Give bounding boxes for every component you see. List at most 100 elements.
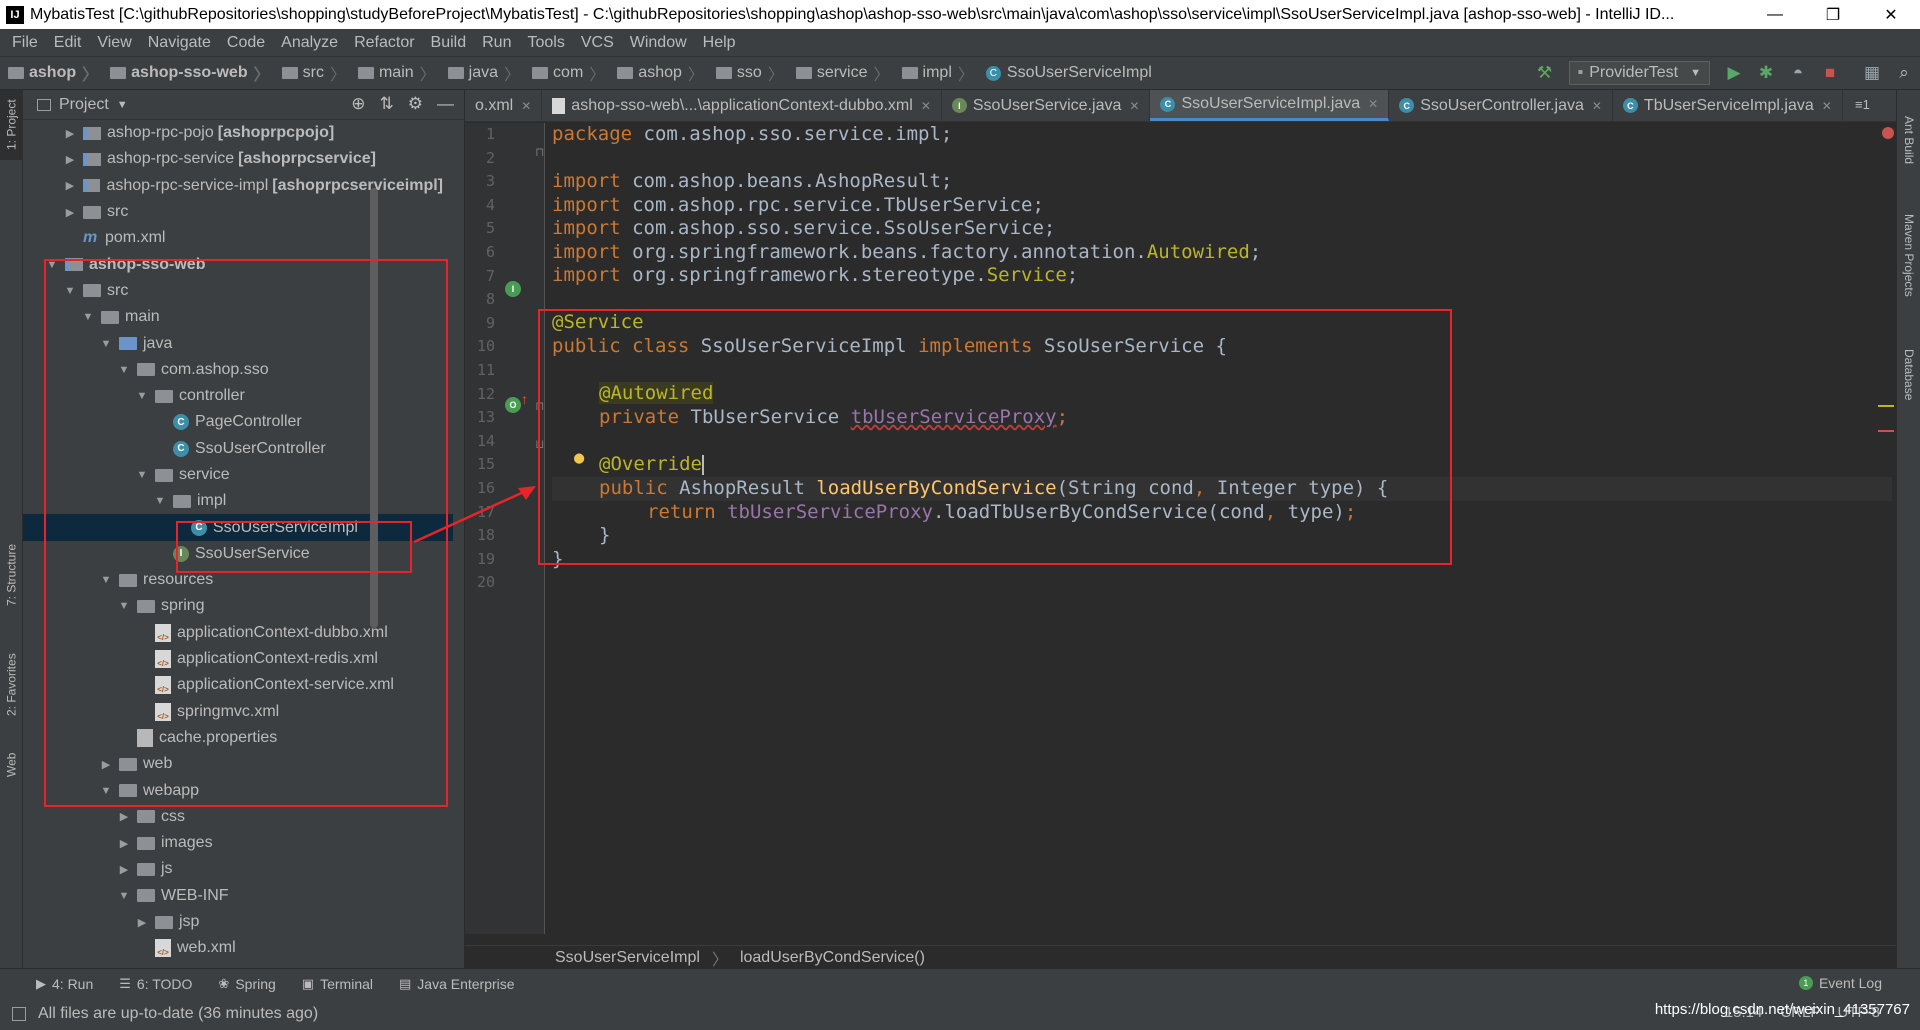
run-config-select[interactable]: ▪ ProviderTest ▼ xyxy=(1568,61,1710,85)
menu-window[interactable]: Window xyxy=(630,34,687,52)
expanded-arrow-icon[interactable]: ▼ xyxy=(117,890,131,902)
collapsed-arrow-icon[interactable]: ▶ xyxy=(117,837,131,850)
error-stripe[interactable] xyxy=(1878,123,1894,934)
breadcrumb-item[interactable]: com 〉 xyxy=(524,61,609,85)
editor-tab[interactable]: C TbUserServiceImpl.java ✕ xyxy=(1613,90,1843,121)
close-tab-icon[interactable]: ✕ xyxy=(1822,99,1832,113)
breadcrumb-item[interactable]: sso 〉 xyxy=(708,61,788,85)
menu-bar: File Edit View Navigate Code Analyze Refactor B… xyxy=(0,29,1920,57)
close-tab-icon[interactable]: ✕ xyxy=(921,99,931,113)
breadcrumb-item[interactable]: ashop-sso-web 〉 xyxy=(102,61,273,85)
breadcrumb-item[interactable]: main 〉 xyxy=(350,61,440,85)
stop-icon[interactable]: ■ xyxy=(1816,59,1844,87)
close-tab-icon[interactable]: ✕ xyxy=(1368,97,1378,111)
tree-node[interactable]: ▶ ashop-rpc-pojo [ashoprpcpojo] xyxy=(23,120,443,146)
editor-tab[interactable]: ashop-sso-web\...\applicationContext-dub… xyxy=(542,90,942,121)
tree-node[interactable]: ▶ src xyxy=(23,199,443,225)
menu-help[interactable]: Help xyxy=(703,34,736,52)
tab-favorites[interactable]: 2: Favorites xyxy=(0,640,23,730)
menu-build[interactable]: Build xyxy=(431,34,467,52)
menu-analyze[interactable]: Analyze xyxy=(281,34,338,52)
collapsed-arrow-icon[interactable]: ▶ xyxy=(63,127,77,140)
override-method-icon[interactable]: O xyxy=(505,397,521,413)
breadcrumb-item[interactable]: service 〉 xyxy=(788,61,894,85)
bottom-tool-terminal[interactable]: ▣ Terminal xyxy=(302,976,373,992)
debug-bug-icon[interactable]: ✱ xyxy=(1752,59,1780,87)
bottom-tool--run[interactable]: ▶ 4: Run xyxy=(36,976,93,992)
breadcrumb-item[interactable]: src 〉 xyxy=(274,61,350,85)
tree-node[interactable]: </> web.xml xyxy=(23,935,443,961)
collapsed-arrow-icon[interactable]: ▶ xyxy=(117,810,131,823)
close-tab-icon[interactable]: ✕ xyxy=(1592,99,1602,113)
editor-tab[interactable]: C SsoUserController.java ✕ xyxy=(1389,90,1613,121)
close-tab-icon[interactable]: ✕ xyxy=(1129,99,1139,113)
collapsed-arrow-icon[interactable]: ▶ xyxy=(63,153,77,166)
footer-method[interactable]: loadUserByCondService() xyxy=(740,949,925,967)
menu-run[interactable]: Run xyxy=(482,34,511,52)
line-number: 20 xyxy=(476,573,495,592)
breadcrumb-item[interactable]: ashop 〉 xyxy=(609,61,708,85)
chevron-down-icon[interactable]: ▼ xyxy=(117,99,128,111)
error-mark[interactable] xyxy=(1878,430,1894,432)
warning-mark[interactable] xyxy=(1878,405,1894,407)
implements-interface-icon[interactable]: I xyxy=(505,281,521,297)
gear-icon[interactable]: ⚙ xyxy=(408,94,423,114)
tab-maven-projects[interactable]: Maven Projects xyxy=(1897,190,1920,320)
tab-web[interactable]: Web xyxy=(0,740,23,790)
tree-node[interactable]: ▶ ashop-rpc-service-impl [ashoprpcservicei… xyxy=(23,173,443,199)
menu-edit[interactable]: Edit xyxy=(54,34,82,52)
minimize-button[interactable]: — xyxy=(1746,0,1804,29)
collapsed-arrow-icon[interactable]: ▶ xyxy=(63,206,77,219)
close-tab-icon[interactable]: ✕ xyxy=(521,99,531,113)
menu-file[interactable]: File xyxy=(12,34,38,52)
tab-project[interactable]: 1: Project xyxy=(0,90,23,160)
build-hammer-icon[interactable]: ⚒ xyxy=(1531,59,1559,87)
bottom-tool--todo[interactable]: ☰ 6: TODO xyxy=(119,976,192,992)
locate-target-icon[interactable]: ⊕ xyxy=(351,94,365,114)
breadcrumb-item[interactable]: C SsoUserServiceImpl xyxy=(978,64,1156,82)
footer-class[interactable]: SsoUserServiceImpl xyxy=(555,949,700,967)
breadcrumb-item[interactable]: java 〉 xyxy=(440,61,524,85)
tree-node[interactable]: m pom.xml xyxy=(23,225,443,251)
editor-tab[interactable]: I SsoUserService.java ✕ xyxy=(942,90,1151,121)
collapse-all-icon[interactable]: ⇅ xyxy=(380,94,394,114)
editor-tab[interactable]: o.xml ✕ xyxy=(465,90,543,121)
project-panel-title[interactable]: Project xyxy=(59,96,109,114)
tab-overflow-menu[interactable]: ≡1 xyxy=(1855,97,1870,112)
collapsed-arrow-icon[interactable]: ▶ xyxy=(135,916,149,929)
bottom-tool-java-enterprise[interactable]: ▤ Java Enterprise xyxy=(399,976,515,992)
menu-vcs[interactable]: VCS xyxy=(581,34,614,52)
menu-navigate[interactable]: Navigate xyxy=(148,34,211,52)
tree-node[interactable]: ▶ js xyxy=(23,856,443,882)
breadcrumb-item[interactable]: ashop 〉 xyxy=(0,61,102,85)
tab-ant-build[interactable]: Ant Build xyxy=(1897,100,1920,180)
restore-button[interactable]: ❐ xyxy=(1804,0,1862,29)
menu-refactor[interactable]: Refactor xyxy=(354,34,414,52)
tree-node[interactable]: ▶ images xyxy=(23,830,443,856)
run-icon[interactable]: ▶ xyxy=(1720,59,1748,87)
menu-tools[interactable]: Tools xyxy=(527,34,564,52)
tree-node[interactable]: ▶ ashop-rpc-service [ashoprpcservice] xyxy=(23,146,443,172)
tab-database[interactable]: Database xyxy=(1897,330,1920,420)
menu-code[interactable]: Code xyxy=(227,34,265,52)
close-button[interactable]: ✕ xyxy=(1862,0,1920,29)
collapsed-arrow-icon[interactable]: ▶ xyxy=(63,179,77,192)
hide-panel-icon[interactable]: — xyxy=(437,94,454,114)
error-indicator-icon[interactable] xyxy=(1882,127,1894,139)
tree-node[interactable]: ▶ jsp xyxy=(23,909,443,935)
editor-tab[interactable]: C SsoUserServiceImpl.java ✕ xyxy=(1150,90,1390,121)
event-log-button[interactable]: 1 Event Log xyxy=(1798,975,1882,991)
tree-node[interactable]: ▼ WEB-INF xyxy=(23,883,443,909)
coverage-shield-icon[interactable]: ◓ xyxy=(1784,59,1812,87)
toggle-tool-windows-icon[interactable] xyxy=(12,1007,26,1021)
tab-structure[interactable]: 7: Structure xyxy=(0,530,23,620)
fold-marker-icon[interactable]: ⊓ xyxy=(535,145,544,159)
bottom-tool-spring[interactable]: ❀ Spring xyxy=(218,976,275,992)
breadcrumb-item[interactable]: impl 〉 xyxy=(894,61,978,85)
search-icon[interactable]: ⌕ xyxy=(1890,59,1918,87)
collapsed-arrow-icon[interactable]: ▶ xyxy=(117,863,131,876)
class-icon: C xyxy=(985,65,1001,81)
project-structure-icon[interactable]: ▦ xyxy=(1858,59,1886,87)
menu-view[interactable]: View xyxy=(97,34,131,52)
tree-node[interactable]: ▶ css xyxy=(23,804,443,830)
